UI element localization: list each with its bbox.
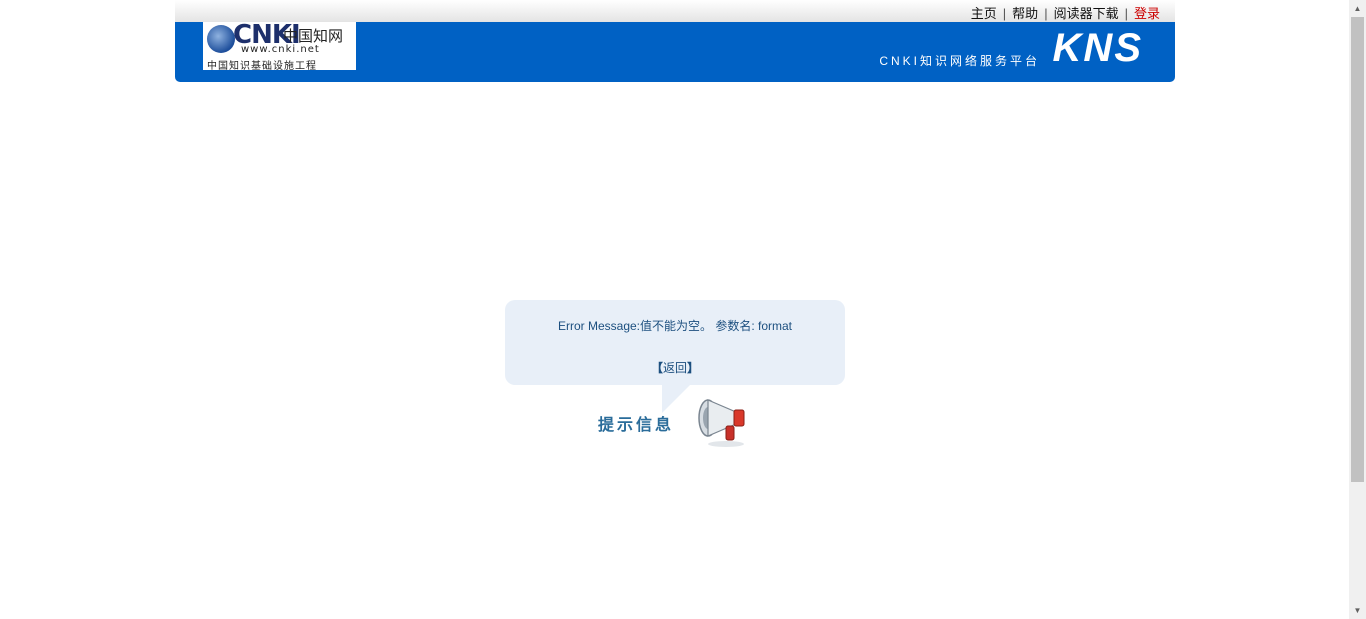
globe-icon: [207, 25, 235, 53]
back-link-wrapper: 【返回】: [505, 359, 845, 376]
vertical-scrollbar[interactable]: ▲ ▼: [1349, 0, 1366, 619]
logo-subtitle: 中国知识基础设施工程: [207, 61, 317, 70]
error-message-text: Error Message:值不能为空。 参数名: format: [557, 319, 793, 333]
top-bar: 主页 | 帮助 | 阅读器下载 | 登录: [175, 0, 1175, 22]
error-message-box: Error Message:值不能为空。 参数名: format 【返回】: [505, 300, 845, 385]
scroll-up-arrow-icon[interactable]: ▲: [1349, 0, 1366, 17]
platform-title: CNKI知识网络服务平台: [879, 54, 1040, 68]
back-bracket-close: 】: [687, 361, 700, 375]
nav-help-link[interactable]: 帮助: [1012, 6, 1038, 21]
logo-brand-cn: 中国知网: [283, 27, 344, 45]
nav-reader-download-link[interactable]: 阅读器下载: [1054, 6, 1119, 21]
back-bracket-open: 【: [650, 361, 663, 375]
scroll-down-arrow-icon[interactable]: ▼: [1349, 602, 1366, 619]
nav-separator: |: [1124, 6, 1128, 21]
header-banner: CNKI 中国知网 www.cnki.net 中国知识基础设施工程 CNKI知识…: [175, 22, 1175, 82]
logo-url: www.cnki.net: [241, 44, 320, 55]
speech-bubble-tail: [662, 385, 690, 413]
megaphone-icon: [698, 399, 745, 447]
nav-home-link[interactable]: 主页: [971, 6, 997, 21]
scroll-thumb[interactable]: [1351, 17, 1364, 482]
back-link[interactable]: 返回: [663, 361, 687, 375]
tip-label: 提示信息: [598, 415, 675, 434]
nav-separator: |: [1002, 6, 1007, 21]
nav-login-link[interactable]: 登录: [1134, 6, 1160, 21]
top-nav: 主页 | 帮助 | 阅读器下载 | 登录: [971, 3, 1160, 22]
product-name: KNS: [1052, 26, 1143, 70]
nav-separator: |: [1044, 6, 1048, 21]
cnki-logo[interactable]: CNKI 中国知网 www.cnki.net 中国知识基础设施工程: [203, 22, 356, 70]
page: 主页 | 帮助 | 阅读器下载 | 登录 CNKI 中国知网 www.cnki.net 中国…: [0, 0, 1366, 619]
